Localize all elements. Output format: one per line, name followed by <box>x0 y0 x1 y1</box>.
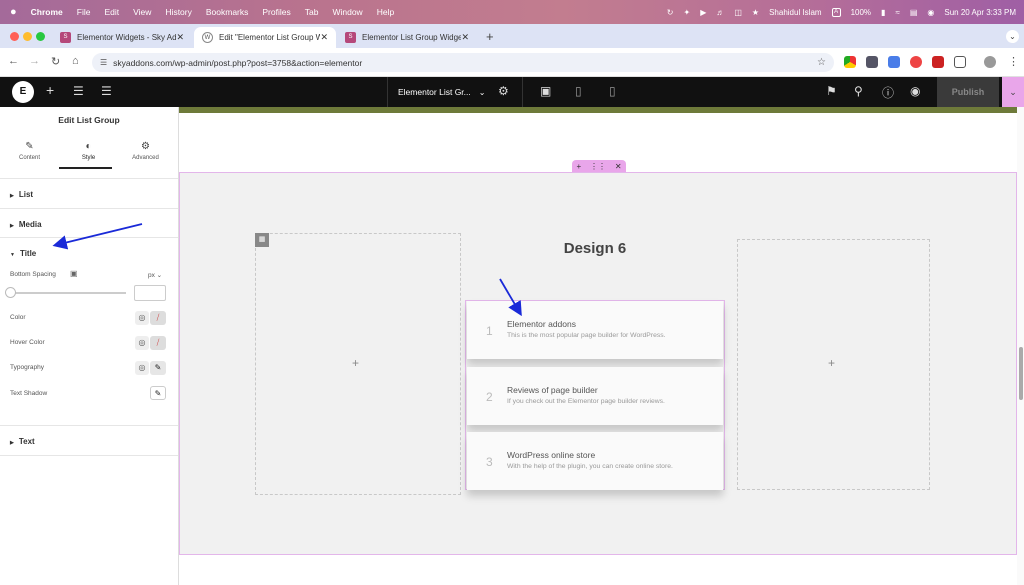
annotation-arrow-to-title-section <box>52 223 143 250</box>
annotation-arrows <box>52 223 522 317</box>
annotation-arrow-to-list-item-title <box>499 278 522 317</box>
